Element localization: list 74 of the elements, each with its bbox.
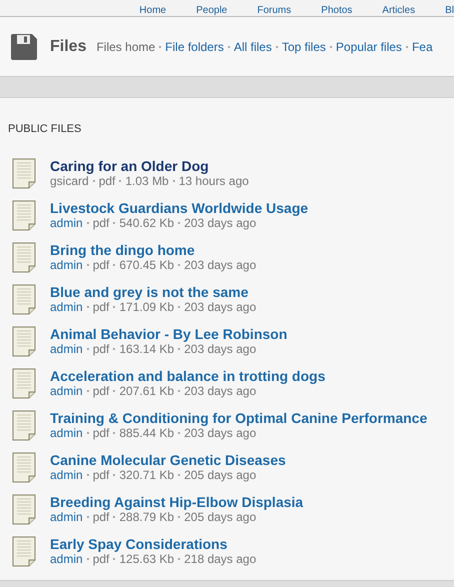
file-title-link[interactable]: Canine Molecular Genetic Diseases	[50, 452, 286, 468]
document-icon	[12, 536, 36, 566]
upload-age: 13 hours ago	[178, 174, 249, 188]
document-icon	[12, 494, 36, 524]
author-name[interactable]: admin	[50, 216, 83, 230]
upload-age: 218 days ago	[184, 552, 256, 566]
author-name[interactable]: admin	[50, 510, 83, 524]
file-title-link[interactable]: Bring the dingo home	[50, 242, 256, 258]
file-size: 207.61 Kb	[119, 384, 174, 398]
file-title-link[interactable]: Animal Behavior - By Lee Robinson	[50, 326, 288, 342]
author-name[interactable]: admin	[50, 300, 83, 314]
nav-link[interactable]: Forums	[257, 5, 292, 16]
upload-age: 203 days ago	[184, 342, 256, 356]
document-icon	[12, 410, 36, 440]
author-name[interactable]: admin	[50, 384, 83, 398]
file-size: 885.44 Kb	[119, 426, 174, 440]
file-type: pdf	[92, 258, 110, 272]
file-type: pdf	[92, 510, 110, 524]
file-size: 1.03 Mb	[125, 174, 169, 188]
author-name: gsicard	[50, 174, 89, 188]
file-title-link[interactable]: Acceleration and balance in trotting dogs	[50, 368, 326, 384]
upload-age: 203 days ago	[184, 300, 256, 314]
file-type: pdf	[92, 384, 110, 398]
section-link[interactable]: All files	[234, 40, 272, 54]
file-size: 540.62 Kb	[119, 216, 174, 230]
file-size: 163.14 Kb	[119, 342, 174, 356]
file-type: pdf	[92, 468, 110, 482]
section-link[interactable]: Fea	[412, 40, 433, 54]
document-icon	[12, 452, 36, 482]
file-title-link[interactable]: Training & Conditioning for Optimal Canine Performance	[50, 410, 428, 426]
file-size: 320.71 Kb	[119, 468, 174, 482]
file-type: pdf	[92, 300, 110, 314]
upload-age: 205 days ago	[184, 510, 256, 524]
file-size: 125.63 Kb	[119, 552, 174, 566]
nav-link[interactable]: Photos	[321, 5, 352, 16]
upload-age: 205 days ago	[184, 468, 256, 482]
file-title-link[interactable]: Breeding Against Hip-Elbow Displasia	[50, 494, 304, 510]
section-link[interactable]: Popular files	[336, 40, 402, 54]
author-name[interactable]: admin	[50, 342, 83, 356]
author-name[interactable]: admin	[50, 468, 83, 482]
file-type: pdf	[92, 342, 110, 356]
file-type: pdf	[92, 426, 110, 440]
nav-link[interactable]: Articles	[382, 5, 416, 16]
file-size: 670.45 Kb	[119, 258, 174, 272]
upload-age: 203 days ago	[184, 384, 256, 398]
page-title: Files	[50, 38, 86, 56]
file-size: 288.79 Kb	[119, 510, 174, 524]
document-icon	[12, 158, 36, 188]
upload-age: 203 days ago	[184, 258, 256, 272]
file-type: pdf	[98, 174, 116, 188]
file-type: pdf	[92, 552, 110, 566]
upload-age: 203 days ago	[184, 216, 256, 230]
section-link[interactable]: Top files	[282, 40, 326, 54]
upload-age: 203 days ago	[184, 426, 256, 440]
author-name[interactable]: admin	[50, 552, 83, 566]
document-icon	[12, 368, 36, 398]
document-icon	[12, 242, 36, 272]
section-link[interactable]: File folders	[165, 40, 224, 54]
document-icon	[12, 284, 36, 314]
nav-link[interactable]: People	[196, 5, 228, 16]
nav-link[interactable]: Home	[139, 5, 166, 16]
file-title-link[interactable]: Caring for an Older Dog	[50, 158, 249, 174]
file-title-link[interactable]: Early Spay Considerations	[50, 536, 256, 552]
file-type: pdf	[92, 216, 110, 230]
file-size: 171.09 Kb	[119, 300, 174, 314]
document-icon	[12, 200, 36, 230]
document-icon	[12, 326, 36, 356]
nav-link[interactable]: Bl	[445, 5, 454, 16]
file-title-link[interactable]: Blue and grey is not the same	[50, 284, 256, 300]
section-link[interactable]: Files home	[96, 40, 156, 54]
author-name[interactable]: admin	[50, 426, 83, 440]
section-heading: PUBLIC FILES	[8, 123, 82, 135]
file-title-link[interactable]: Livestock Guardians Worldwide Usage	[50, 200, 308, 216]
author-name[interactable]: admin	[50, 258, 83, 272]
